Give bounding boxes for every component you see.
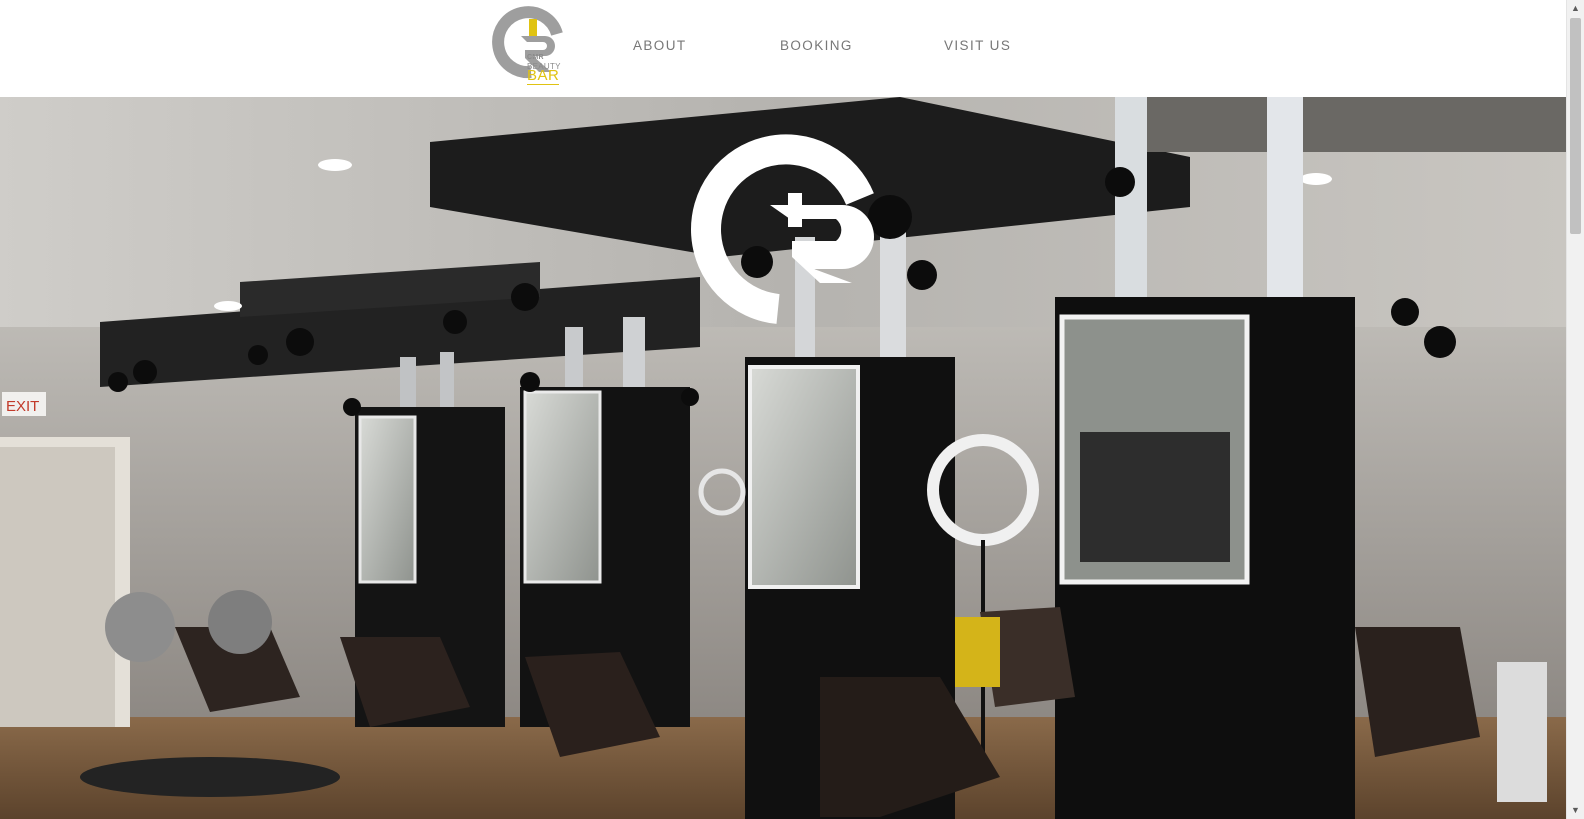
page-scrollbar[interactable]: ▲ ▼: [1566, 0, 1584, 819]
hero-banner: EXIT: [0, 97, 1566, 819]
logo-text-bar: BAR: [527, 67, 560, 85]
nav-about-link[interactable]: ABOUT: [633, 38, 687, 53]
site-header: CMR BEAUTY BAR ABOUT BOOKING VISIT US: [0, 0, 1566, 97]
scrollbar-thumb[interactable]: [1570, 18, 1581, 234]
nav-booking-link[interactable]: BOOKING: [780, 38, 853, 53]
nav-visit-us-link[interactable]: VISIT US: [944, 38, 1011, 53]
arrow-down-icon[interactable]: ▼: [1567, 802, 1584, 819]
page: CMR BEAUTY BAR ABOUT BOOKING VISIT US EX…: [0, 0, 1584, 819]
logo-text-cmr: CMR: [527, 54, 544, 61]
exit-sign-text: EXIT: [6, 398, 39, 415]
arrow-up-icon[interactable]: ▲: [1567, 0, 1584, 17]
site-logo[interactable]: CMR BEAUTY BAR: [487, 6, 571, 88]
salon-interior-photo: EXIT: [0, 97, 1566, 819]
